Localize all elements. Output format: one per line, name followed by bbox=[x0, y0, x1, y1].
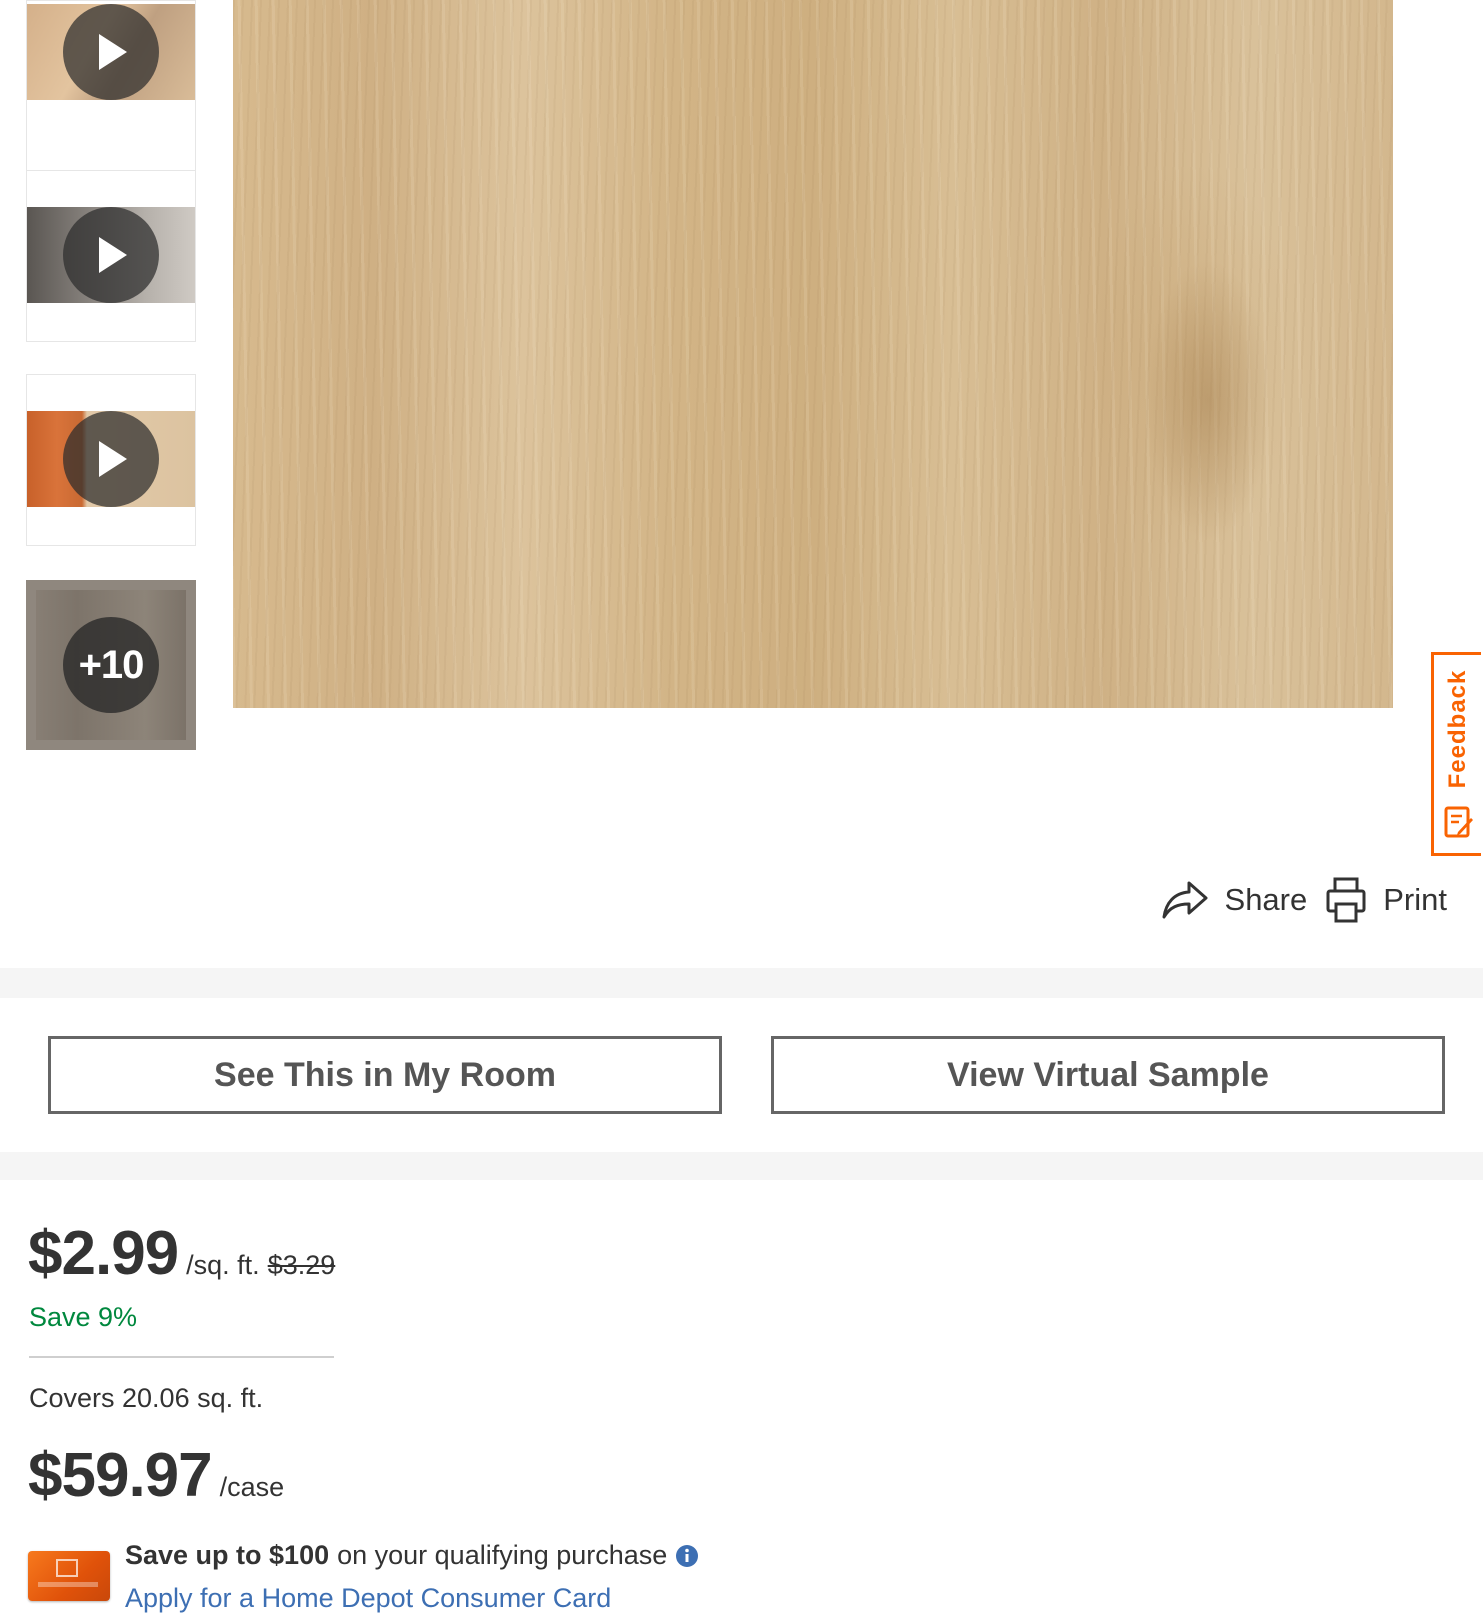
promo-bold-text: Save up to $100 bbox=[125, 1540, 330, 1570]
coverage-text: Covers 20.06 sq. ft. bbox=[29, 1383, 264, 1413]
was-price: $3.29 bbox=[267, 1250, 336, 1280]
video-thumbnail-2[interactable] bbox=[26, 170, 196, 342]
video-preview-image bbox=[27, 411, 195, 507]
more-media-count: +10 bbox=[63, 617, 159, 713]
price-per-sqft: $2.99 bbox=[28, 1219, 179, 1288]
price-unit: /sq. ft. bbox=[186, 1250, 260, 1280]
share-print-actions: Share Print bbox=[1161, 876, 1447, 924]
see-in-my-room-button[interactable]: See This in My Room bbox=[48, 1036, 722, 1114]
share-label: Share bbox=[1224, 882, 1308, 917]
price-per-case: $59.97 bbox=[28, 1441, 213, 1510]
card-logo-icon bbox=[56, 1559, 78, 1577]
section-divider bbox=[0, 968, 1483, 998]
media-preview-image: +10 bbox=[26, 580, 196, 750]
feedback-icon bbox=[1444, 806, 1474, 843]
print-icon bbox=[1326, 877, 1366, 923]
print-label: Print bbox=[1383, 882, 1447, 917]
apply-consumer-card-link[interactable]: Apply for a Home Depot Consumer Card bbox=[125, 1583, 611, 1614]
promo-text: on your qualifying purchase bbox=[337, 1540, 668, 1570]
case-price: $59.97 /case bbox=[28, 1440, 284, 1511]
price-divider bbox=[29, 1356, 334, 1358]
main-product-image[interactable] bbox=[233, 0, 1393, 708]
card-number-strip bbox=[38, 1582, 98, 1587]
info-icon[interactable] bbox=[675, 1544, 699, 1568]
case-unit: /case bbox=[219, 1472, 285, 1502]
share-icon bbox=[1162, 881, 1208, 919]
feedback-tab[interactable]: Feedback bbox=[1431, 652, 1481, 856]
video-preview-image bbox=[27, 207, 195, 303]
credit-promo: Save up to $100 on your qualifying purch… bbox=[125, 1540, 699, 1571]
video-preview-image bbox=[27, 4, 195, 100]
savings-percent: Save 9% bbox=[29, 1302, 138, 1332]
print-button[interactable]: Print bbox=[1325, 876, 1447, 924]
video-thumbnail-3[interactable] bbox=[26, 374, 196, 546]
credit-card-image bbox=[28, 1551, 110, 1601]
section-divider bbox=[0, 1152, 1483, 1180]
view-virtual-sample-button[interactable]: View Virtual Sample bbox=[771, 1036, 1445, 1114]
video-thumbnail-1[interactable] bbox=[26, 0, 196, 172]
unit-price: $2.99 /sq. ft. $3.29 bbox=[28, 1218, 335, 1289]
play-icon bbox=[63, 411, 159, 507]
share-button[interactable]: Share bbox=[1161, 879, 1308, 921]
play-icon bbox=[63, 207, 159, 303]
play-icon bbox=[63, 4, 159, 100]
feedback-label: Feedback bbox=[1443, 669, 1471, 789]
more-media-thumbnail[interactable]: +10 bbox=[26, 580, 196, 750]
